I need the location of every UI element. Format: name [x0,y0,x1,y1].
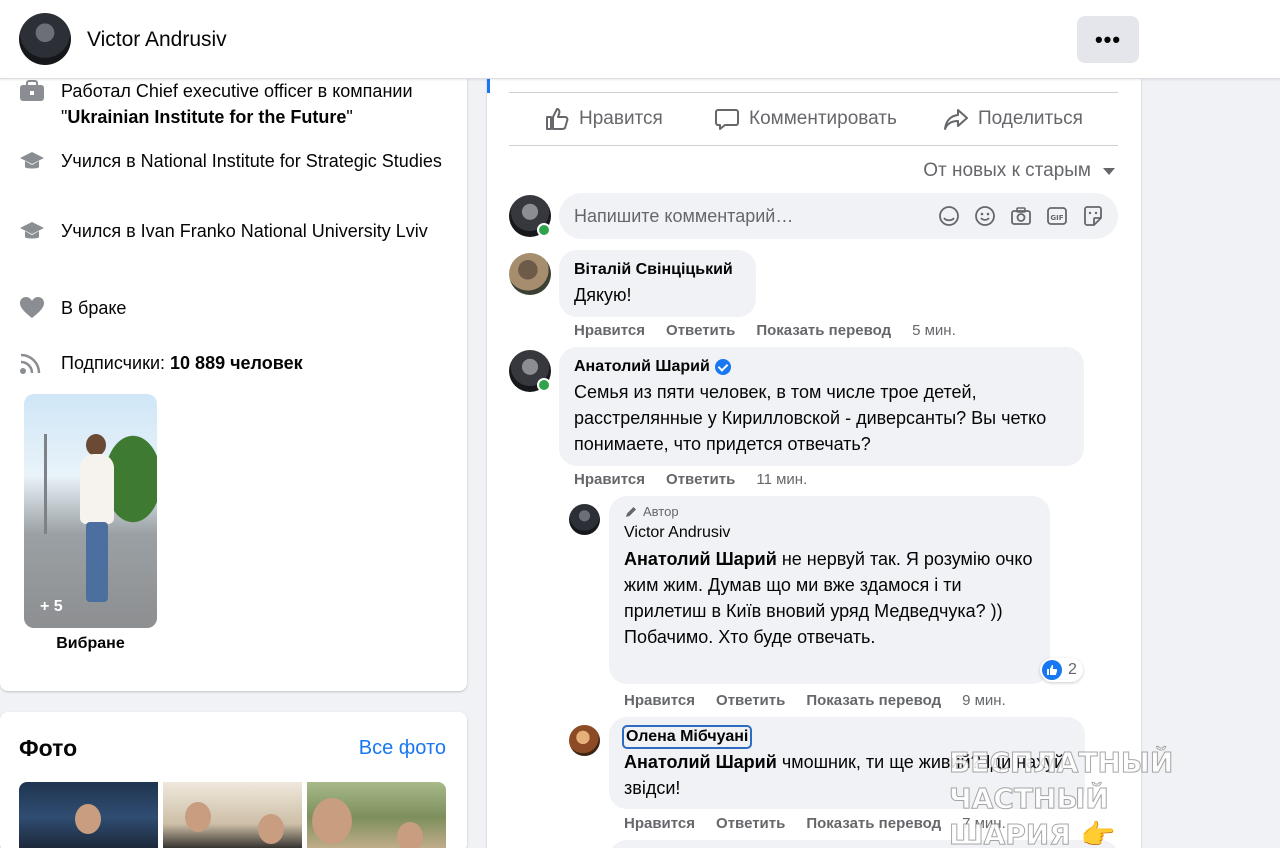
watermark: БЕСПЛАТНЫЙ ЧАСТНЫЙ ШАРИЯ 👉 Sharij.net [949,745,1280,848]
mention-link[interactable]: Анатолий Шарий [624,549,777,569]
profile-name[interactable]: Victor Andrusiv [87,28,227,52]
photo-thumbnail[interactable] [163,782,302,848]
commenter-avatar[interactable] [509,253,551,295]
comment-reply-button[interactable]: Ответить [666,322,735,339]
sort-label: От новых к старым [923,160,1091,181]
share-label: Поделиться [978,108,1083,129]
intro-work: Работал Chief executive officer в компан… [18,78,461,130]
comment-like-button[interactable]: Нравится [624,815,695,832]
author-badge: Автор [624,504,1035,519]
photos-card: Фото Все фото [0,712,467,848]
reply-bubble: Автор Victor Andrusiv Анатолий Шарий не … [609,496,1050,684]
graduation-cap-icon [18,218,46,244]
post-actions: Нравится Комментировать Поделиться [509,93,1118,145]
author-badge-label: Автор [643,504,679,519]
comment-actions: Нравится Ответить Показать перевод 9 мин… [624,692,1006,709]
watermark-line-1: БЕСПЛАТНЫЙ ЧАСТНЫЙ [949,746,1174,816]
intro-education-1: Учился в National Institute for Strategi… [18,148,461,174]
graduation-cap-icon [18,148,46,174]
comment-timestamp[interactable]: 5 мин. [912,322,956,339]
like-reaction-icon [1042,660,1062,680]
reaction-count-value: 2 [1068,661,1077,678]
camera-icon[interactable] [1008,203,1034,229]
briefcase-icon [18,78,46,104]
followers-count-link[interactable]: 10 889 человек [170,353,303,373]
online-status-dot [537,378,551,392]
comment-button[interactable]: Комментировать [714,93,897,145]
comment-reply-button[interactable]: Ответить [716,815,785,832]
comment-author-link[interactable]: Віталій Свінціцький [574,260,741,280]
profile-header: Victor Andrusiv ••• [0,0,1280,79]
featured-collection-thumbnail[interactable]: + 5 [24,394,157,628]
more-options-button[interactable]: ••• [1077,16,1139,63]
comment-icon [715,109,739,130]
gif-icon[interactable]: GIF [1044,203,1070,229]
commenter-avatar[interactable] [569,725,600,756]
show-translation-button[interactable]: Показать перевод [756,322,891,339]
post-card: Нравится Комментировать Поделиться От но… [487,60,1141,848]
share-button[interactable]: Поделиться [943,93,1083,145]
mention-link[interactable]: Анатолий Шарий [624,752,777,772]
photos-title[interactable]: Фото [19,735,77,762]
featured-collection-label[interactable]: Вибране [24,635,157,653]
comment-timestamp[interactable]: 9 мин. [962,692,1006,709]
like-button[interactable]: Нравится [544,93,663,145]
emoji-icon[interactable] [972,203,998,229]
comment-sort-dropdown[interactable]: От новых к старым [923,160,1115,182]
commenter-avatar[interactable] [569,504,600,535]
reaction-count[interactable]: 2 [1040,658,1083,682]
comment-like-button[interactable]: Нравится [574,471,645,488]
comment-text: Дякую! [574,285,632,305]
profile-avatar[interactable] [19,13,71,65]
caret-down-icon [1103,167,1115,175]
work-suffix: " [346,107,353,127]
show-translation-button[interactable]: Показать перевод [806,815,941,832]
education-2-text: Учился в Ivan Franko National University… [61,221,428,241]
comment-like-button[interactable]: Нравится [624,692,695,709]
verified-badge-icon [714,359,731,375]
comment-reply-button[interactable]: Ответить [716,692,785,709]
share-icon [944,109,968,130]
show-translation-button[interactable]: Показать перевод [806,692,941,709]
comment-text-2: Побачимо. Хто буде отвечать. [624,627,876,647]
intro-relationship: В браке [18,295,461,321]
photo-thumbnail[interactable] [307,782,446,848]
comment-actions: Нравится Ответить Показать перевод 5 мин… [574,322,956,339]
featured-more-count: + 5 [40,598,63,615]
comment-bubble: Анатолий Шарий Семья из пяти человек, в … [559,347,1084,466]
sticker-icon[interactable] [1080,203,1106,229]
photo-thumbnail[interactable] [19,782,158,848]
heart-icon [18,295,46,321]
work-company-link[interactable]: Ukrainian Institute for the Future [67,107,346,127]
comment-bubble: Віталій Свінціцький Дякую! [559,250,756,317]
intro-card: Работал Chief executive officer в компан… [0,60,467,691]
svg-text:GIF: GIF [1050,214,1063,222]
comment-like-button[interactable]: Нравится [574,322,645,339]
followers-prefix: Подписчики: [61,353,171,373]
comment-author-link[interactable]: Victor Andrusiv [624,522,1035,544]
relationship-text: В браке [61,298,127,318]
comment-input-placeholder: Напишите комментарий… [574,206,794,226]
education-1-text: Учился в National Institute for Strategi… [61,151,442,171]
comment-author-link[interactable]: Олена Мібчуані [621,725,753,749]
comment-actions: Нравится Ответить 11 мин. [574,471,807,488]
comment-input[interactable]: Напишите комментарий… GIF [559,193,1118,239]
comment-text: Семья из пяти человек, в том числе трое … [574,382,1047,454]
comment-timestamp[interactable]: 11 мин. [756,471,807,488]
intro-followers: Подписчики: 10 889 человек [18,350,461,376]
all-photos-link[interactable]: Все фото [359,737,446,760]
online-status-dot [537,223,551,237]
pencil-icon [626,506,636,517]
comment-label: Комментировать [749,108,897,129]
thumbs-up-icon [546,108,569,130]
comment-reply-button[interactable]: Ответить [666,471,735,488]
watermark-line-2: ШАРИЯ 👉 Sharij.net [949,818,1116,848]
avatar-sticker-icon[interactable] [936,203,962,229]
rss-feed-icon [18,350,46,376]
like-label: Нравится [579,108,663,129]
comment-author-link[interactable]: Анатолий Шарий [574,357,710,377]
intro-education-2: Учился в Ivan Franko National University… [18,218,461,244]
